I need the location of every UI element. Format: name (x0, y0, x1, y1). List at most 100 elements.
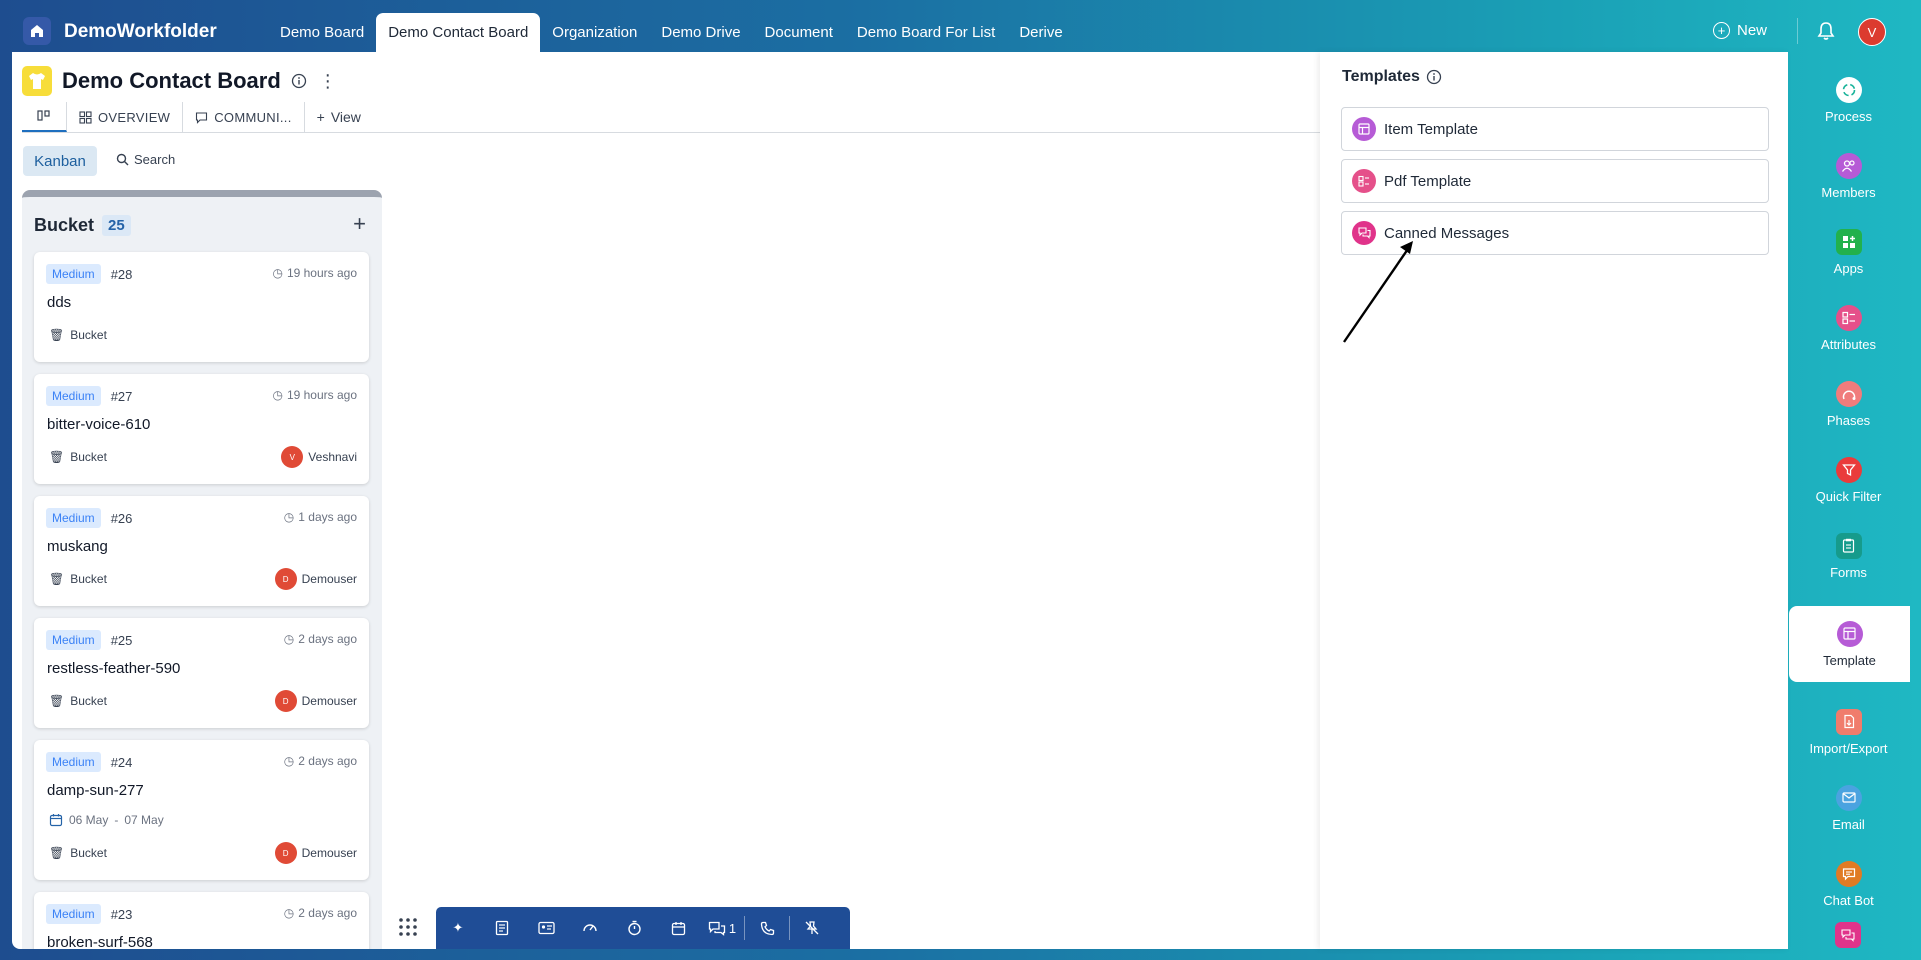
sidebar-item-chat-bot[interactable]: Chat Bot (1788, 846, 1909, 922)
bucket-icon: 🗑︎ (49, 328, 65, 342)
sidebar-item-apps[interactable]: Apps (1788, 214, 1909, 290)
card-title: dds (47, 294, 72, 311)
templates-panel: Templates Item Template Pdf Template Can… (1320, 52, 1788, 949)
card-number: #26 (110, 510, 133, 526)
nav-tab-demo-board-for-list[interactable]: Demo Board For List (845, 13, 1007, 52)
card-number: #24 (110, 754, 133, 770)
attributes-icon (1835, 304, 1862, 331)
sidebar-item-label: Process (1825, 108, 1872, 124)
nav-tab-document[interactable]: Document (753, 13, 845, 52)
unpin-button[interactable] (790, 907, 834, 949)
kanban-card[interactable]: Medium #28 ◷ 19 hours ago dds 🗑︎ Bucket (34, 252, 369, 362)
bucket-count-badge: 25 (102, 215, 131, 236)
info-icon[interactable] (1426, 69, 1442, 85)
sidebar-item-phases[interactable]: Phases (1788, 366, 1909, 442)
sidebar-item-label: Template (1823, 652, 1876, 668)
chat-button[interactable]: 1 (700, 907, 744, 949)
sidebar-item-quick-filter[interactable]: Quick Filter (1788, 442, 1909, 518)
card-title: damp-sun-277 (47, 782, 144, 799)
sidebar-item-label: Forms (1830, 564, 1867, 580)
plus-icon: + (316, 109, 325, 125)
add-view-button[interactable]: + View (305, 102, 373, 132)
bucket-title: Bucket (34, 215, 95, 235)
email-icon (1835, 784, 1862, 811)
more-options-icon[interactable]: ⋮ (319, 71, 337, 92)
card-number: #25 (110, 632, 133, 648)
calendar-button[interactable] (656, 907, 700, 949)
ai-sparkle-button[interactable]: ✦ (436, 907, 480, 949)
card-bucket-label: Bucket (70, 450, 107, 464)
view-tab-communication[interactable]: COMMUNI... (183, 102, 305, 132)
card-number: #28 (110, 266, 133, 282)
bottom-toolbar: ✦ 1 (436, 907, 850, 949)
sidebar-item-label: Quick Filter (1815, 488, 1882, 504)
card-title: muskang (47, 538, 108, 555)
notes-button[interactable] (480, 907, 524, 949)
sidebar-item-import-export[interactable]: Import/Export (1788, 694, 1909, 770)
nav-tab-organization[interactable]: Organization (540, 13, 649, 52)
board-shirt-icon (22, 66, 52, 96)
bell-icon[interactable] (1815, 20, 1837, 42)
top-navbar: DemoWorkfolder Demo Board Demo Contact B… (0, 0, 1921, 52)
new-button[interactable]: + New (1713, 22, 1767, 39)
card-time-ago: 19 hours ago (286, 388, 357, 402)
date-separator: - (114, 813, 119, 827)
templates-header: Templates (1342, 68, 1442, 86)
assignee-name: Demouser (301, 572, 357, 586)
sidebar-item-process[interactable]: Process (1788, 62, 1909, 138)
calendar-icon (671, 921, 685, 935)
call-button[interactable] (745, 907, 789, 949)
phone-icon (760, 921, 774, 935)
nav-tab-derive[interactable]: Derive (1007, 13, 1074, 52)
kanban-card[interactable]: Medium #26 ◷ 1 days ago muskang 🗑︎ Bucket D… (34, 496, 369, 606)
nav-tab-demo-board[interactable]: Demo Board (268, 13, 376, 52)
apps-icon (1835, 228, 1862, 255)
new-button-label: New (1737, 22, 1768, 39)
kanban-card[interactable]: Medium #25 ◷ 2 days ago restless-feather-5… (34, 618, 369, 728)
card-title: broken-surf-568 (47, 934, 153, 949)
contact-card-button[interactable] (524, 907, 568, 949)
sidebar-item-forms[interactable]: Forms (1788, 518, 1909, 594)
dashboard-button[interactable] (568, 907, 612, 949)
sidebar-item-attributes[interactable]: Attributes (1788, 290, 1909, 366)
home-button[interactable] (23, 17, 51, 45)
card-title: restless-feather-590 (47, 660, 181, 677)
priority-badge: Medium (46, 508, 101, 528)
user-avatar[interactable]: V (1858, 18, 1886, 46)
plus-circle-icon: + (1713, 22, 1730, 39)
sidebar-item-members[interactable]: Members (1788, 138, 1909, 214)
assignee-avatar: V (281, 446, 304, 468)
kanban-card[interactable]: Medium #24 ◷ 2 days ago damp-sun-277 06 Ma… (34, 740, 369, 880)
nav-tab-demo-drive[interactable]: Demo Drive (649, 13, 752, 52)
document-icon (495, 920, 509, 936)
sparkle-icon: ✦ (452, 920, 464, 935)
view-tab-kanban[interactable] (22, 102, 67, 132)
kanban-chip[interactable]: Kanban (23, 146, 97, 176)
assignee-name: Demouser (301, 694, 357, 708)
apps-grid-icon[interactable] (398, 917, 418, 937)
sidebar-item-template[interactable]: Template (1789, 606, 1910, 682)
priority-badge: Medium (46, 630, 101, 650)
sidebar-item-label: Attributes (1821, 336, 1876, 352)
clock-icon: ◷ (283, 632, 295, 646)
more-sidebar-icon[interactable] (1835, 922, 1861, 948)
card-number: #23 (110, 906, 133, 922)
date-from: 06 May (69, 813, 109, 827)
clock-icon: ◷ (272, 388, 283, 402)
info-icon[interactable] (291, 73, 307, 89)
sidebar-item-label: Email (1832, 816, 1865, 832)
kanban-card[interactable]: Medium #27 ◷ 19 hours ago bitter-voice-610… (34, 374, 369, 484)
templates-title: Templates (1342, 68, 1420, 85)
item-template-option[interactable]: Item Template (1341, 107, 1769, 151)
view-tab-overview[interactable]: OVERVIEW (67, 102, 184, 132)
template-icon (1836, 620, 1863, 647)
nav-tab-demo-contact-board[interactable]: Demo Contact Board (376, 13, 541, 52)
members-icon (1835, 152, 1862, 179)
search-button[interactable]: Search (116, 152, 175, 167)
card-bucket-label: Bucket (70, 572, 107, 586)
add-card-button[interactable]: + (353, 211, 366, 237)
kanban-card[interactable]: Medium #23 ◷ 2 days ago broken-surf-568 (34, 892, 369, 949)
sidebar-item-email[interactable]: Email (1788, 770, 1909, 846)
timer-button[interactable] (612, 907, 656, 949)
assignee-name: Demouser (301, 846, 357, 860)
